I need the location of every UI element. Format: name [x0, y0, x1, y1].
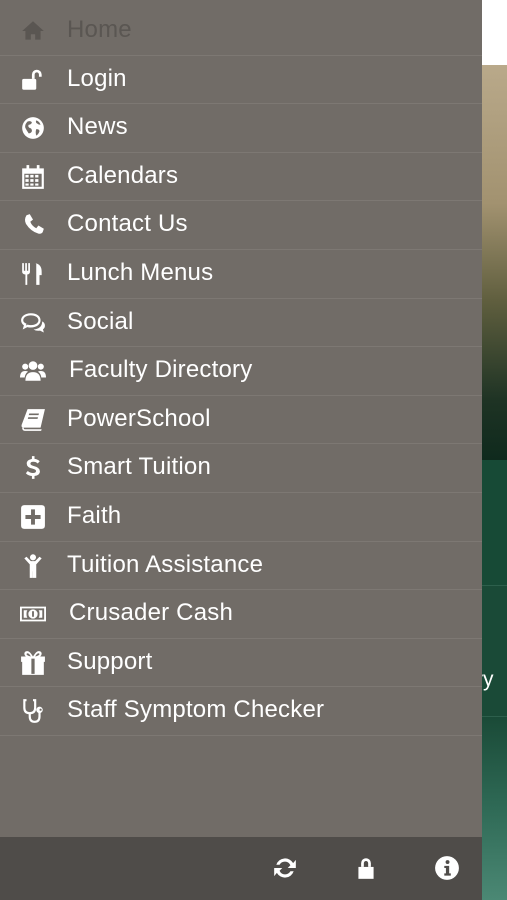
info-icon	[435, 856, 459, 880]
menu-item-tuition-assistance[interactable]: Tuition Assistance	[0, 542, 482, 591]
menu-item-lunch-menus[interactable]: Lunch Menus	[0, 250, 482, 299]
dollar-icon	[20, 455, 46, 481]
calendar-icon	[20, 164, 46, 190]
menu-item-label: Calendars	[67, 161, 179, 189]
cutlery-icon	[20, 261, 46, 287]
plus-square-icon	[20, 504, 46, 530]
money-icon	[20, 601, 46, 627]
menu-item-news[interactable]: News	[0, 104, 482, 153]
menu-item-crusader-cash[interactable]: Crusader Cash	[0, 590, 482, 639]
menu-item-label: Tuition Assistance	[67, 550, 264, 578]
background-header	[482, 0, 507, 65]
background-tile	[482, 717, 507, 900]
menu-item-smart-tuition[interactable]: Smart Tuition	[0, 444, 482, 493]
background-photo	[482, 65, 507, 460]
background-tile	[482, 586, 507, 717]
menu-item-label: Faculty Directory	[69, 356, 253, 384]
menu-item-social[interactable]: Social	[0, 299, 482, 348]
navigation-drawer: Home Login News Calendars Contact Us Lun…	[0, 0, 482, 900]
globe-icon	[20, 115, 46, 141]
menu-item-label: News	[67, 113, 128, 141]
unlock-icon	[20, 67, 46, 93]
menu-item-label: Staff Symptom Checker	[67, 696, 325, 724]
lock-icon	[358, 858, 374, 879]
menu-item-calendars[interactable]: Calendars	[0, 153, 482, 202]
child-icon	[20, 553, 46, 579]
menu-item-label: Lunch Menus	[67, 258, 214, 286]
stethoscope-icon	[20, 698, 46, 724]
refresh-button[interactable]	[272, 855, 298, 881]
menu-item-label: Contact Us	[67, 210, 188, 238]
menu-item-label: PowerSchool	[67, 404, 211, 432]
menu-item-label: Login	[67, 64, 127, 92]
home-icon	[20, 18, 46, 44]
info-button[interactable]	[434, 855, 460, 881]
gift-icon	[20, 650, 46, 676]
users-icon	[20, 358, 46, 384]
menu-item-contact-us[interactable]: Contact Us	[0, 201, 482, 250]
background-tile	[482, 460, 507, 586]
menu-item-label: Smart Tuition	[67, 453, 211, 481]
menu-item-label: Support	[67, 647, 153, 675]
menu-item-label: Home	[67, 16, 132, 43]
menu-list: Home Login News Calendars Contact Us Lun…	[0, 7, 482, 736]
menu-item-label: Faith	[67, 501, 122, 529]
menu-item-faith[interactable]: Faith	[0, 493, 482, 542]
menu-item-staff-symptom-checker[interactable]: Staff Symptom Checker	[0, 687, 482, 736]
background-app: ry	[482, 0, 507, 900]
menu-item-home[interactable]: Home	[0, 7, 482, 56]
chat-bubbles-icon	[20, 310, 46, 336]
background-tile-label: ry	[482, 668, 494, 691]
menu-item-label: Crusader Cash	[69, 599, 234, 627]
book-icon	[20, 407, 46, 433]
lock-button[interactable]	[353, 855, 379, 881]
menu-item-faculty-directory[interactable]: Faculty Directory	[0, 347, 482, 396]
menu-item-login[interactable]: Login	[0, 56, 482, 105]
menu-item-label: Social	[67, 307, 134, 335]
menu-item-support[interactable]: Support	[0, 639, 482, 688]
refresh-icon	[274, 858, 296, 878]
phone-icon	[20, 212, 46, 238]
drawer-bottom-bar	[0, 837, 482, 900]
menu-item-powerschool[interactable]: PowerSchool	[0, 396, 482, 445]
